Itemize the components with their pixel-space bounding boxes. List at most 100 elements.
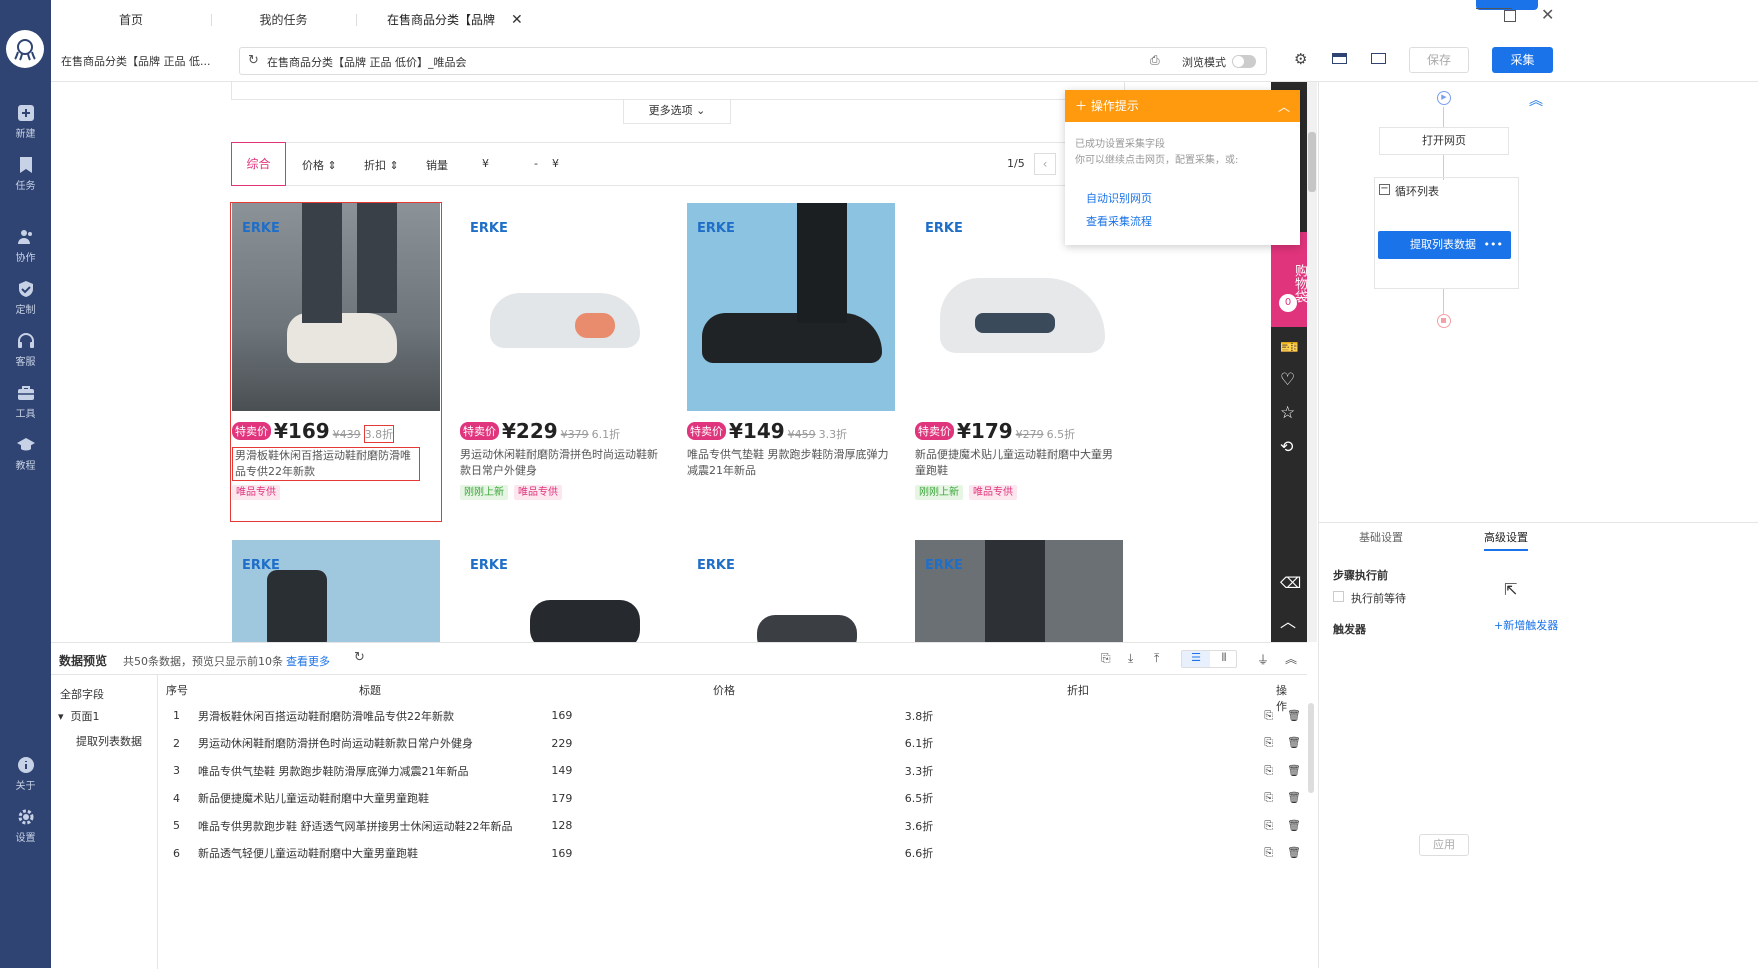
loop-collapse-icon[interactable]: −: [1379, 184, 1390, 195]
tree-extract[interactable]: 提取列表数据: [76, 733, 142, 749]
trash-icon[interactable]: 🗑: [1287, 791, 1301, 805]
tab-advanced-settings[interactable]: 高级设置: [1484, 529, 1528, 551]
prev-page-button[interactable]: ‹: [1034, 153, 1056, 175]
flow-node-loop-list[interactable]: 循环列表: [1395, 183, 1439, 199]
page-scrollbar[interactable]: [1307, 82, 1317, 642]
edit-icon[interactable]: ⎘: [1264, 764, 1273, 778]
sidebar-item-service[interactable]: 客服: [0, 324, 51, 374]
product-title[interactable]: 男运动休闲鞋耐磨防滑拼色时尚运动鞋新款日常户外健身: [460, 447, 668, 481]
product-image[interactable]: ERKE: [232, 203, 440, 411]
tree-page1[interactable]: ▾ 页面1: [58, 708, 100, 724]
sidebar-item-settings[interactable]: 设置: [0, 800, 51, 850]
edit-icon[interactable]: ⎘: [1264, 846, 1273, 860]
sidebar-item-collab[interactable]: 协作: [0, 220, 51, 270]
product-image[interactable]: ERKE: [460, 540, 668, 642]
sidebar-item-tools[interactable]: 工具: [0, 376, 51, 426]
export-icon[interactable]: ⎘: [1101, 651, 1111, 666]
refresh-icon[interactable]: ↻: [354, 650, 365, 665]
product-card[interactable]: ERKE 特卖价 ¥229 ¥379 6.1折 男运动休闲鞋耐磨防滑拼色时尚运动…: [460, 203, 668, 500]
filter-icon[interactable]: ⏚: [1257, 651, 1269, 668]
wait-before-checkbox[interactable]: [1333, 591, 1344, 602]
more-options-button[interactable]: 更多选项 ⌄: [623, 100, 731, 124]
trash-icon[interactable]: 🗑: [1287, 764, 1301, 778]
trash-icon[interactable]: 🗑: [1287, 736, 1301, 750]
eraser-icon[interactable]: ⌫: [1280, 574, 1301, 592]
price-to-input[interactable]: ¥: [552, 157, 559, 170]
refresh-icon[interactable]: ↻: [248, 53, 259, 68]
heart-icon[interactable]: ♡: [1280, 370, 1295, 390]
add-trigger-link[interactable]: +新增触发器: [1494, 617, 1558, 633]
product-image[interactable]: ERKE: [915, 540, 1123, 642]
minimize-icon[interactable]: [1476, 8, 1512, 9]
tab-close-icon[interactable]: ✕: [511, 12, 523, 28]
tree-all-fields[interactable]: 全部字段: [60, 686, 104, 702]
tab-home[interactable]: 首页: [96, 0, 166, 40]
sidebar-item-about[interactable]: 关于: [0, 748, 51, 798]
product-title[interactable]: 男滑板鞋休闲百搭运动鞋耐磨防滑唯品专供22年新款: [232, 447, 420, 481]
star-icon[interactable]: ☆: [1280, 403, 1295, 423]
page-label: 在售商品分类【品牌 正品 低...: [61, 55, 211, 68]
sidebar-item-new[interactable]: 新建: [0, 96, 51, 146]
hint-collapse-icon[interactable]: ︿: [1278, 98, 1290, 115]
sort-price[interactable]: 价格 ⇕: [302, 157, 337, 173]
product-card[interactable]: ERKE 特卖价 ¥149 ¥459 3.3折 唯品专供气垫鞋 男款跑步鞋防滑厚…: [687, 203, 895, 481]
brand-logo: ERKE: [697, 558, 735, 573]
edit-icon[interactable]: ⎘: [1264, 819, 1273, 833]
browse-mode-toggle[interactable]: [1232, 55, 1256, 68]
view-more-link[interactable]: 查看更多: [286, 653, 330, 669]
collect-button[interactable]: 采集: [1492, 47, 1553, 73]
trash-icon[interactable]: 🗑: [1287, 819, 1301, 833]
product-image[interactable]: ERKE: [460, 203, 668, 411]
collapse-up-icon[interactable]: ︽: [1285, 650, 1297, 667]
product-card[interactable]: ERKE 特卖价 ¥179 ¥279 6.5折 新品便捷魔术贴儿童运动鞋耐磨中大…: [915, 203, 1123, 500]
product-card[interactable]: ERKE 特卖价 ¥169 ¥439 3.8折 男滑板鞋休闲百搭运动鞋耐磨防滑唯…: [232, 203, 440, 500]
sort-discount[interactable]: 折扣 ⇕: [364, 157, 399, 173]
product-image[interactable]: ERKE: [687, 203, 895, 411]
edit-icon[interactable]: ⎘: [1264, 736, 1273, 750]
view-flow-link[interactable]: 查看采集流程: [1086, 213, 1152, 229]
shopping-bag-button[interactable]: 购物袋: [1271, 232, 1307, 327]
edit-icon[interactable]: ⎘: [1264, 709, 1273, 723]
hand-shape: [267, 570, 327, 642]
edit-icon[interactable]: ⎘: [1264, 791, 1273, 805]
list-view-icon[interactable]: ☰: [1182, 651, 1210, 667]
save-button[interactable]: 保存: [1409, 47, 1469, 73]
sale-badge: 特卖价: [232, 422, 271, 440]
upload-icon[interactable]: ⤒: [1154, 651, 1159, 666]
panel-icon[interactable]: [1371, 53, 1386, 64]
back-to-top-icon[interactable]: ︿: [1280, 608, 1296, 632]
layout-icon[interactable]: [1332, 53, 1347, 64]
more-dots-icon[interactable]: •••: [1484, 231, 1503, 259]
tab-active-page[interactable]: 在售商品分类【品牌 正...: [376, 0, 506, 67]
tab-basic-settings[interactable]: 基础设置: [1359, 529, 1403, 545]
product-image[interactable]: ERKE: [232, 540, 440, 642]
apply-button[interactable]: 应用: [1419, 834, 1469, 856]
product-title[interactable]: 新品便捷魔术贴儿童运动鞋耐磨中大童男童跑鞋: [915, 447, 1123, 481]
history-icon[interactable]: ⟲: [1280, 437, 1293, 456]
url-bar[interactable]: ↻ 在售商品分类【品牌 正品 低价】_唯品会 ⎙ 浏览模式: [239, 47, 1267, 75]
collapse-up-icon[interactable]: ︽: [1529, 90, 1543, 110]
window-close-icon[interactable]: ✕: [1541, 5, 1554, 24]
maximize-icon[interactable]: [1504, 10, 1516, 22]
cell-price: 229: [551, 736, 573, 750]
product-image[interactable]: ERKE: [687, 540, 895, 642]
price-from-input[interactable]: ¥: [482, 157, 489, 170]
flow-node-extract-list[interactable]: 提取列表数据 •••: [1378, 231, 1511, 259]
sort-comprehensive[interactable]: 综合: [231, 142, 286, 186]
settings-gear-icon[interactable]: ⚙: [1294, 50, 1307, 68]
tab-my-tasks[interactable]: 我的任务: [241, 0, 326, 40]
sidebar-item-custom[interactable]: 定制: [0, 272, 51, 322]
trash-icon[interactable]: 🗑: [1287, 846, 1301, 860]
product-title[interactable]: 唯品专供气垫鞋 男款跑步鞋防滑厚底弹力减震21年新品: [687, 447, 895, 481]
auto-detect-link[interactable]: 自动识别网页: [1086, 190, 1152, 206]
column-view-icon[interactable]: ⦀: [1210, 651, 1238, 667]
sidebar-item-tasks[interactable]: 任务: [0, 148, 51, 198]
flow-node-open-page[interactable]: 打开网页: [1379, 127, 1509, 155]
document-icon[interactable]: ⎙: [1150, 53, 1160, 68]
ticket-icon[interactable]: 🎫: [1280, 338, 1299, 356]
sort-sales[interactable]: 销量: [426, 157, 448, 173]
sidebar-item-tutorial[interactable]: 教程: [0, 428, 51, 478]
download-icon[interactable]: ⤓: [1128, 651, 1133, 666]
table-scrollbar[interactable]: [1308, 703, 1314, 793]
trash-icon[interactable]: 🗑: [1287, 709, 1301, 723]
